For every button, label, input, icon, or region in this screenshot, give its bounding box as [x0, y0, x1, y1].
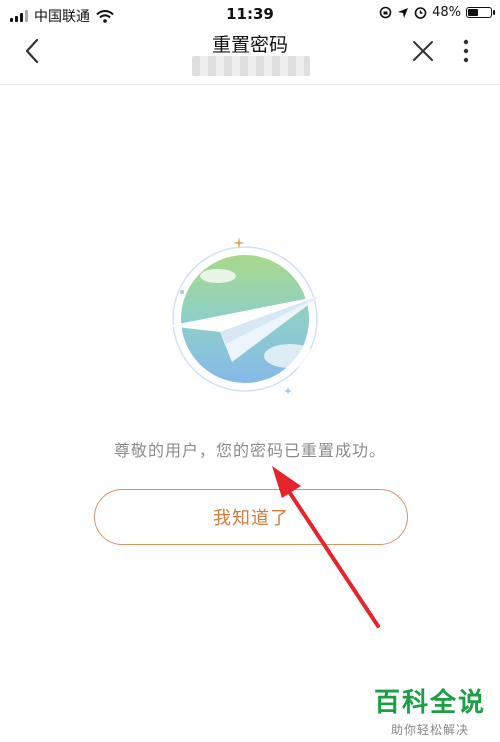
location-icon	[398, 7, 409, 18]
blurred-url	[192, 56, 310, 76]
paper-plane-illustration	[168, 237, 320, 395]
success-message: 尊敬的用户，您的密码已重置成功。	[113, 441, 386, 460]
acknowledge-button[interactable]: 我知道了	[94, 489, 408, 545]
rotation-lock-icon	[379, 6, 392, 19]
status-bar: 中国联通 11:39 48%	[0, 0, 500, 28]
watermark-title: 百科全说	[373, 688, 486, 718]
more-icon[interactable]	[456, 38, 476, 64]
close-icon[interactable]	[410, 38, 436, 64]
watermark-subtitle: 助你轻松解决	[390, 723, 469, 737]
battery-icon	[466, 7, 495, 18]
nav-bar: 重置密码	[0, 28, 500, 85]
battery-percent: 48%	[432, 5, 461, 20]
watermark: 百科全说 助你轻松解决	[374, 682, 486, 738]
status-right: 48%	[379, 5, 495, 20]
alarm-icon	[414, 7, 427, 19]
